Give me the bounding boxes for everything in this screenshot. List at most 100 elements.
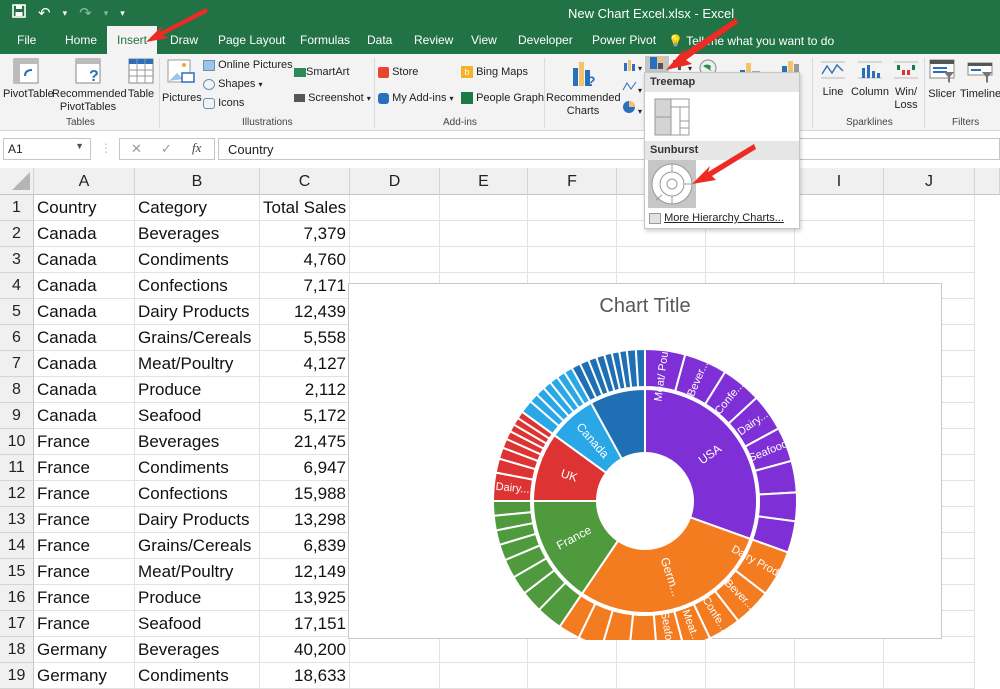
cell-c8[interactable]: 2,112 [260, 377, 350, 403]
cell-a3[interactable]: Canada [34, 247, 135, 273]
row-header[interactable]: 4 [0, 273, 34, 299]
column-header-a[interactable]: A [34, 168, 135, 195]
cell-b1[interactable]: Category [135, 195, 260, 221]
cell-empty[interactable] [884, 221, 975, 247]
shapes-button[interactable]: Shapes ▾ [203, 78, 262, 91]
cell-c16[interactable]: 13,925 [260, 585, 350, 611]
cell-empty[interactable] [795, 195, 884, 221]
tab-page-layout[interactable]: Page Layout [218, 33, 285, 47]
tab-power-pivot[interactable]: Power Pivot [592, 33, 656, 47]
row-header[interactable]: 8 [0, 377, 34, 403]
tab-view[interactable]: View [471, 33, 497, 47]
cell-empty[interactable] [884, 637, 975, 663]
more-hierarchy-charts-link[interactable]: More Hierarchy Charts... [649, 212, 784, 224]
cell-a16[interactable]: France [34, 585, 135, 611]
my-addins-button[interactable]: My Add-ins ▾ [378, 92, 454, 105]
undo-icon[interactable]: ↶ [38, 4, 51, 22]
row-header[interactable]: 15 [0, 559, 34, 585]
cell-empty[interactable] [528, 637, 617, 663]
recommended-pivottables-button[interactable]: ? Recommended PivotTables [52, 58, 127, 114]
row-header[interactable]: 13 [0, 507, 34, 533]
cell-b5[interactable]: Dairy Products [135, 299, 260, 325]
chevron-down-icon[interactable]: ▼ [75, 141, 84, 151]
row-header[interactable]: 16 [0, 585, 34, 611]
cell-empty[interactable] [706, 637, 795, 663]
cell-c12[interactable]: 15,988 [260, 481, 350, 507]
row-header[interactable]: 9 [0, 403, 34, 429]
row-header[interactable]: 7 [0, 351, 34, 377]
cell-empty[interactable] [440, 195, 528, 221]
cell-empty[interactable] [617, 663, 706, 689]
cell-b16[interactable]: Produce [135, 585, 260, 611]
treemap-option[interactable] [649, 95, 695, 139]
cell-empty[interactable] [884, 663, 975, 689]
save-icon[interactable] [12, 4, 26, 22]
cell-c3[interactable]: 4,760 [260, 247, 350, 273]
smartart-button[interactable]: SmartArt [294, 66, 349, 79]
cell-empty[interactable] [706, 247, 795, 273]
cancel-icon[interactable]: ✕ [131, 141, 142, 157]
cell-a9[interactable]: Canada [34, 403, 135, 429]
table-button[interactable]: Table [127, 58, 155, 101]
cell-b18[interactable]: Beverages [135, 637, 260, 663]
cell-empty[interactable] [884, 247, 975, 273]
insert-function-icon[interactable]: fx [192, 140, 201, 156]
cell-c6[interactable]: 5,558 [260, 325, 350, 351]
row-header[interactable]: 17 [0, 611, 34, 637]
cell-c4[interactable]: 7,171 [260, 273, 350, 299]
cell-a5[interactable]: Canada [34, 299, 135, 325]
cell-empty[interactable] [350, 195, 440, 221]
cell-empty[interactable] [528, 195, 617, 221]
drag-handle-icon[interactable]: ⋮ [100, 141, 112, 155]
sparkline-winloss-button[interactable]: Win/ Loss [892, 58, 920, 112]
cell-b13[interactable]: Dairy Products [135, 507, 260, 533]
cell-b19[interactable]: Condiments [135, 663, 260, 689]
sunburst-outer-segment[interactable] [634, 347, 646, 389]
cell-empty[interactable] [440, 663, 528, 689]
cell-a2[interactable]: Canada [34, 221, 135, 247]
tab-file[interactable]: File [17, 33, 36, 47]
cell-c17[interactable]: 17,151 [260, 611, 350, 637]
bing-maps-button[interactable]: b Bing Maps [461, 66, 528, 79]
redo-icon[interactable]: ↷ [79, 4, 92, 22]
cell-c9[interactable]: 5,172 [260, 403, 350, 429]
row-header[interactable]: 11 [0, 455, 34, 481]
tab-data[interactable]: Data [367, 33, 392, 47]
row-header[interactable]: 10 [0, 429, 34, 455]
column-header-j[interactable]: J [884, 168, 975, 195]
column-header-f[interactable]: F [528, 168, 617, 195]
timeline-button[interactable]: Timeline [960, 58, 1000, 101]
cell-b6[interactable]: Grains/Cereals [135, 325, 260, 351]
pictures-button[interactable]: Pictures [162, 58, 202, 105]
recommended-charts-button[interactable]: ? Recommended Charts [546, 58, 621, 118]
cell-a6[interactable]: Canada [34, 325, 135, 351]
cell-a12[interactable]: France [34, 481, 135, 507]
sparkline-line-button[interactable]: Line [818, 58, 848, 99]
cell-c1[interactable]: Total Sales [260, 195, 350, 221]
screenshot-button[interactable]: Screenshot ▾ [294, 92, 371, 105]
cell-empty[interactable] [440, 221, 528, 247]
cell-empty[interactable] [528, 247, 617, 273]
cell-c11[interactable]: 6,947 [260, 455, 350, 481]
tab-review[interactable]: Review [414, 33, 453, 47]
cell-a11[interactable]: France [34, 455, 135, 481]
row-header[interactable]: 3 [0, 247, 34, 273]
cell-c10[interactable]: 21,475 [260, 429, 350, 455]
cell-empty[interactable] [617, 637, 706, 663]
cell-empty[interactable] [440, 247, 528, 273]
cell-b2[interactable]: Beverages [135, 221, 260, 247]
row-header[interactable]: 6 [0, 325, 34, 351]
row-header[interactable]: 18 [0, 637, 34, 663]
cell-a8[interactable]: Canada [34, 377, 135, 403]
cell-empty[interactable] [617, 247, 706, 273]
cell-b10[interactable]: Beverages [135, 429, 260, 455]
cell-empty[interactable] [706, 663, 795, 689]
sunburst-chart[interactable]: Chart Title USA Meat/ Poultry Bever... Conf… [348, 283, 942, 640]
select-all-corner[interactable] [0, 168, 34, 195]
cell-empty[interactable] [884, 195, 975, 221]
icons-button[interactable]: Icons [203, 97, 244, 110]
cell-b4[interactable]: Confections [135, 273, 260, 299]
cell-empty[interactable] [528, 663, 617, 689]
cell-a17[interactable]: France [34, 611, 135, 637]
pie-chart-button[interactable]: ▾ [622, 100, 642, 118]
